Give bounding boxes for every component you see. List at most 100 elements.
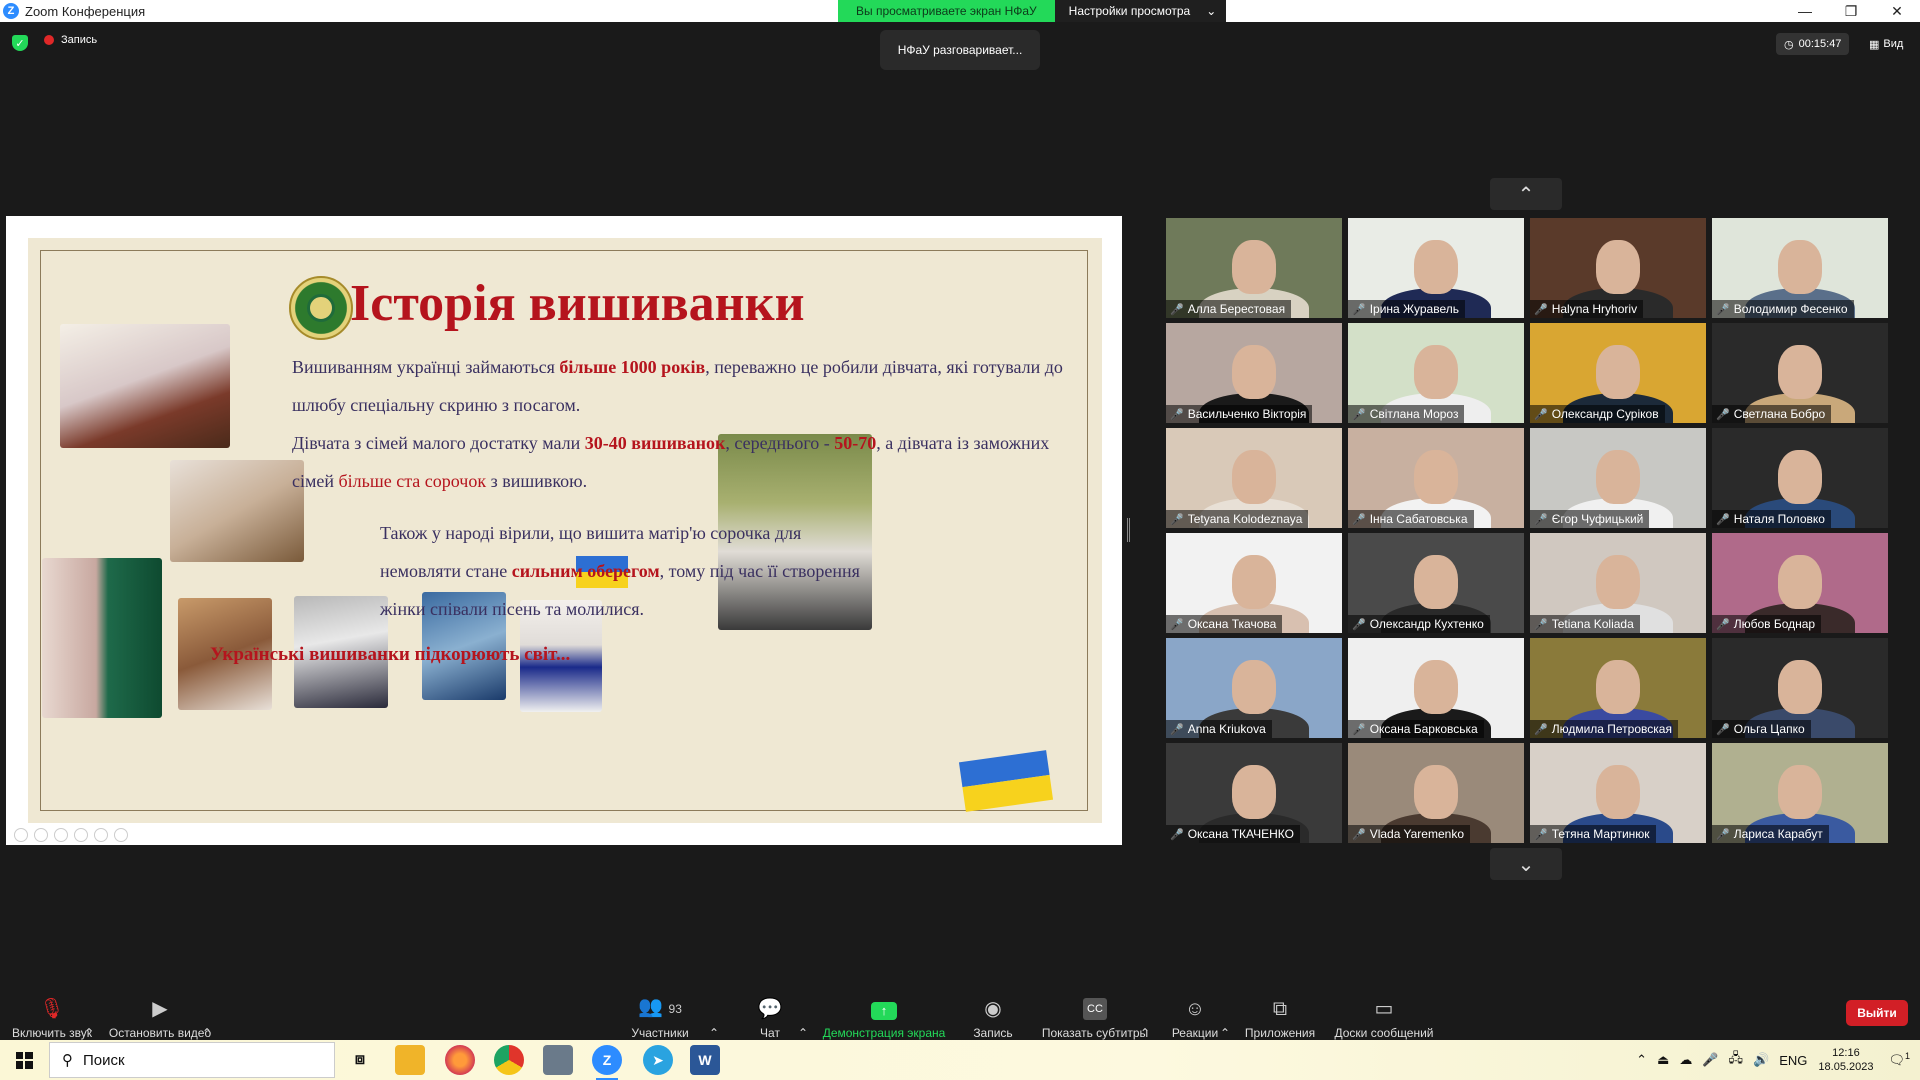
participant-face	[1232, 765, 1276, 819]
whiteboards-button[interactable]: ▭ Доски сообщений	[1332, 988, 1436, 1040]
captions-options-chevron-icon[interactable]: ⌃	[1140, 988, 1150, 1040]
participant-face	[1596, 555, 1640, 609]
chrome-icon[interactable]	[494, 1045, 524, 1075]
participant-tile[interactable]: 🎤 Светлана Бобро	[1712, 323, 1888, 423]
microphone-muted-icon: 🎤	[1716, 828, 1730, 841]
participant-tile[interactable]: 🎤 Ольга Цапко	[1712, 638, 1888, 738]
participant-tile[interactable]: 🎤 Оксана Барковська	[1348, 638, 1524, 738]
participant-tile[interactable]: 🎤 Anna Kriukova	[1166, 638, 1342, 738]
participant-name: Ірина Журавель	[1369, 302, 1459, 316]
participants-options-chevron-icon[interactable]: ⌃	[709, 988, 719, 1040]
video-options-chevron-icon[interactable]: ⌃	[202, 988, 212, 1040]
network-icon[interactable]: 🖧	[1729, 1049, 1744, 1071]
calculator-icon[interactable]	[543, 1045, 573, 1075]
pen-icon[interactable]	[54, 828, 68, 842]
participant-face	[1414, 345, 1458, 399]
participant-name-tag: 🎤 Halyna Hryhoriv	[1530, 300, 1644, 318]
participant-tile[interactable]: 🎤 Володимир Фесенко	[1712, 218, 1888, 318]
participant-tile[interactable]: 🎤 Любов Боднар	[1712, 533, 1888, 633]
telegram-icon[interactable]: ➤	[643, 1045, 673, 1075]
participant-tile[interactable]: 🎤 Наталя Половко	[1712, 428, 1888, 528]
participant-name-tag: 🎤 Светлана Бобро	[1712, 405, 1832, 423]
recording-indicator[interactable]: Запись	[44, 34, 97, 46]
participant-tile[interactable]: 🎤 Vlada Yaremenko	[1348, 743, 1524, 843]
participant-tile[interactable]: 🎤 Лариса Карабут	[1712, 743, 1888, 843]
start-button[interactable]	[0, 1040, 48, 1080]
meeting-toolbar: 🎙 Включить звук ⌃ ▶ Остановить видео ⌃ 👥…	[0, 988, 1920, 1040]
word-icon[interactable]: W	[690, 1045, 720, 1075]
minimize-button[interactable]: —	[1782, 0, 1828, 22]
taskbar-search-box[interactable]: ⚲ Поиск	[49, 1042, 335, 1078]
participant-name: Васильченко Вікторія	[1187, 407, 1307, 421]
slide-subheading: Українські вишиванки підкорюють світ...	[210, 644, 571, 665]
view-button[interactable]: ▦ Вид	[1869, 33, 1903, 55]
prev-slide-icon[interactable]	[14, 828, 28, 842]
participant-tile[interactable]: 🎤 Васильченко Вікторія	[1166, 323, 1342, 423]
security-shield-icon[interactable]: ✓	[12, 35, 28, 51]
zoom-app-icon[interactable]: Z	[592, 1045, 622, 1080]
participant-tile[interactable]: 🎤 Halyna Hryhoriv	[1530, 218, 1706, 318]
participant-tile[interactable]: 🎤 Оксана Ткачова	[1166, 533, 1342, 633]
participant-name-tag: 🎤 Tetiana Koliada	[1530, 615, 1640, 633]
firefox-icon[interactable]	[445, 1045, 475, 1075]
file-explorer-icon[interactable]	[395, 1045, 425, 1075]
participant-tile[interactable]: 🎤 Тетяна Мартинюк	[1530, 743, 1706, 843]
participant-tile[interactable]: 🎤 Алла Берестовая	[1166, 218, 1342, 318]
onedrive-icon[interactable]: ☁	[1679, 1052, 1692, 1068]
microphone-muted-icon: 🎤	[1534, 303, 1548, 316]
show-captions-button[interactable]: CC Показать субтитры	[1040, 988, 1150, 1040]
participant-tile[interactable]: 🎤 Олександр Кухтенко	[1348, 533, 1524, 633]
participant-tile[interactable]: 🎤 Єгор Чуфицький	[1530, 428, 1706, 528]
reactions-button[interactable]: ☺ Реакции	[1168, 988, 1222, 1040]
embroidery-room-photo	[170, 460, 304, 562]
participant-tile[interactable]: 🎤 Інна Сабатовська	[1348, 428, 1524, 528]
volume-icon[interactable]: 🔊	[1753, 1052, 1769, 1068]
participant-tile[interactable]: 🎤 Ірина Журавель	[1348, 218, 1524, 318]
notification-center-icon[interactable]: 🗨1	[1888, 1051, 1910, 1068]
participant-name: Єгор Чуфицький	[1551, 512, 1644, 526]
participant-tile[interactable]: 🎤 Олександр Суріков	[1530, 323, 1706, 423]
participant-gallery: 🎤 Алла Берестовая 🎤 Ірина Журавель 🎤 Halyna H…	[1166, 218, 1890, 846]
gallery-page-down-button[interactable]: ⌄	[1490, 848, 1562, 880]
participants-button[interactable]: 👥 93 Участники	[628, 988, 692, 1040]
unmute-button[interactable]: 🎙 Включить звук	[10, 988, 94, 1040]
taskbar-clock[interactable]: 12:16 18.05.2023	[1818, 1046, 1873, 1074]
recording-label: Запись	[61, 34, 98, 46]
participant-face	[1596, 450, 1640, 504]
language-indicator[interactable]: ENG	[1779, 1053, 1807, 1068]
participant-name: Vlada Yaremenko	[1369, 827, 1464, 841]
chat-options-chevron-icon[interactable]: ⌃	[798, 988, 808, 1040]
participant-tile[interactable]: 🎤 Tetyana Kolodeznaya	[1166, 428, 1342, 528]
microphone-muted-icon: 🎤	[1534, 828, 1548, 841]
apps-button[interactable]: ⧉ Приложения	[1242, 988, 1318, 1040]
share-screen-button[interactable]: ↑ Демонстрация экрана	[822, 988, 946, 1040]
zoom-slide-icon[interactable]	[94, 828, 108, 842]
panel-splitter[interactable]	[1127, 518, 1130, 542]
microphone-icon[interactable]: 🎤	[1702, 1052, 1718, 1068]
participant-tile[interactable]: 🎤 Світлана Мороз	[1348, 323, 1524, 423]
participant-tile[interactable]: 🎤 Tetiana Koliada	[1530, 533, 1706, 633]
participant-tile[interactable]: 🎤 Оксана ТКАЧЕНКО	[1166, 743, 1342, 843]
reactions-label: Реакции	[1171, 1026, 1219, 1040]
stop-video-button[interactable]: ▶ Остановить видео	[108, 988, 212, 1040]
reactions-options-chevron-icon[interactable]: ⌃	[1220, 988, 1230, 1040]
participant-face	[1778, 660, 1822, 714]
more-icon[interactable]	[114, 828, 128, 842]
system-tray: ⌃ ⏏ ☁ 🎤 🖧 🔊 ENG 12:16 18.05.2023 🗨1	[1631, 1040, 1920, 1080]
participant-name: Tetiana Koliada	[1551, 617, 1634, 631]
view-options-button[interactable]: Настройки просмотра ⌄	[1054, 0, 1227, 22]
usb-icon[interactable]: ⏏	[1657, 1052, 1669, 1068]
show-hidden-icons-chevron-icon[interactable]: ⌃	[1636, 1052, 1647, 1068]
next-slide-icon[interactable]	[34, 828, 48, 842]
record-button[interactable]: ◉ Запись	[970, 988, 1016, 1040]
close-button[interactable]: ✕	[1874, 0, 1920, 22]
maximize-button[interactable]: ❐	[1828, 0, 1874, 22]
task-view-icon[interactable]: ⧈	[345, 1045, 375, 1075]
audio-options-chevron-icon[interactable]: ⌃	[84, 988, 94, 1040]
gallery-page-up-button[interactable]: ⌃	[1490, 178, 1562, 210]
slides-icon[interactable]	[74, 828, 88, 842]
leave-meeting-button[interactable]: Выйти	[1846, 1000, 1908, 1026]
slide-controls	[14, 828, 128, 842]
participant-tile[interactable]: 🎤 Людмила Петровская	[1530, 638, 1706, 738]
chat-button[interactable]: 💬 Чат	[748, 988, 792, 1040]
